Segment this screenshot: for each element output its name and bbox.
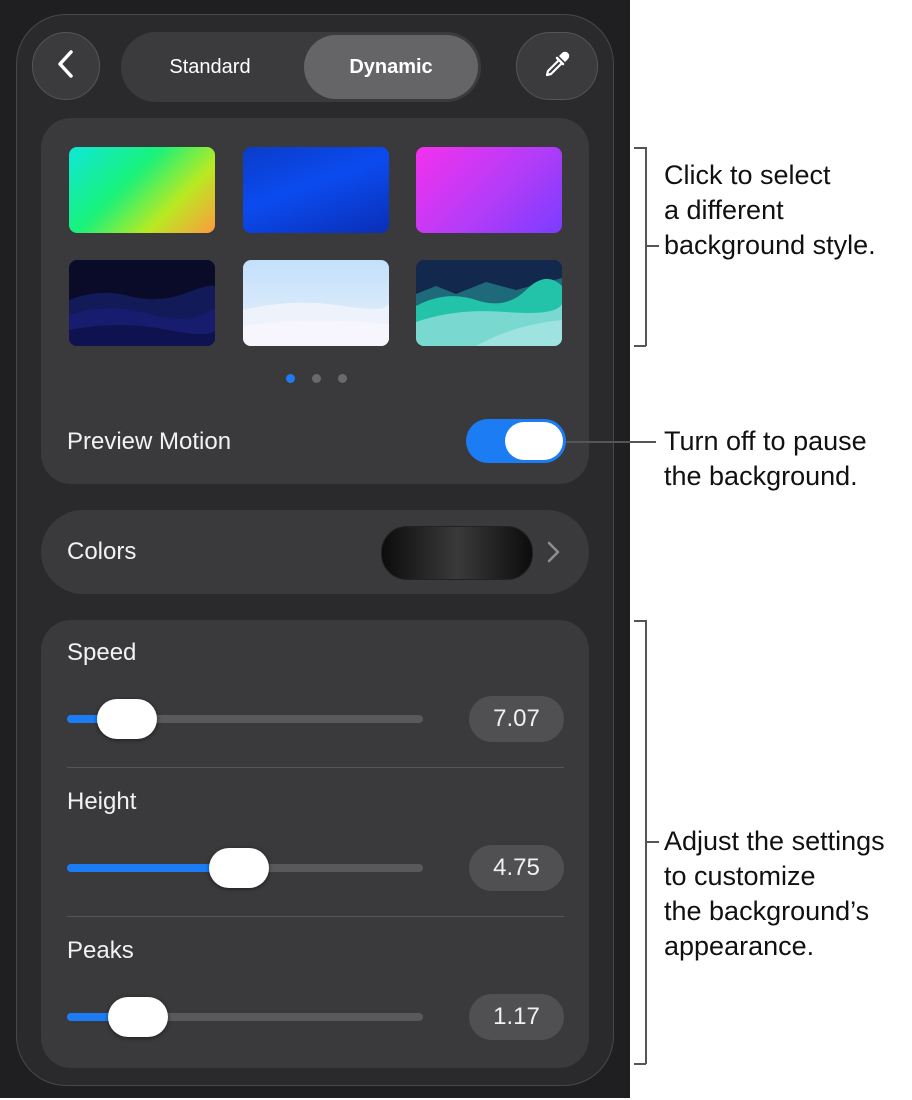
back-button[interactable]: [32, 32, 100, 100]
callout-line: Adjust the settings: [664, 826, 885, 856]
height-slider-thumb[interactable]: [209, 848, 270, 888]
preview-motion-label: Preview Motion: [67, 428, 232, 455]
callout-line: Turn off to pause: [664, 426, 867, 456]
callout-line: appearance.: [664, 931, 815, 961]
height-value[interactable]: 4.75: [469, 845, 564, 891]
peaks-value[interactable]: 1.17: [469, 994, 564, 1040]
chevron-right-icon: [545, 540, 561, 569]
speed-label: Speed: [67, 639, 137, 666]
callout-line: a different: [664, 195, 784, 225]
style-thumbnail-teal-mountains[interactable]: [416, 260, 562, 346]
callout-line: to customize: [664, 861, 816, 891]
motion-callout-line: [566, 441, 656, 443]
speed-slider-thumb[interactable]: [96, 699, 157, 739]
motion-callout-text: Turn off to pause the background.: [664, 424, 867, 494]
colors-label: Colors: [67, 538, 137, 565]
style-thumbnail-blue[interactable]: [243, 147, 389, 233]
style-thumbnail-rainbow[interactable]: [69, 147, 215, 233]
device-screen: Standard Dynamic Preview Motion Colors S…: [0, 0, 630, 1098]
bracket-pointer: [645, 841, 659, 843]
bracket-tick: [634, 1063, 646, 1065]
bracket-tick: [634, 620, 646, 622]
callout-line: the background.: [664, 461, 858, 491]
style-thumbnail-magenta[interactable]: [416, 147, 562, 233]
height-label: Height: [67, 788, 137, 815]
adjust-callout-text: Adjust the settings to customize the bac…: [664, 824, 885, 964]
style-thumbnail-dark-waves[interactable]: [69, 260, 215, 346]
callout-line: the background’s: [664, 896, 870, 926]
callout-line: Click to select: [664, 160, 831, 190]
callout-line: background style.: [664, 230, 876, 260]
eyedropper-icon: [542, 49, 572, 84]
divider: [67, 916, 564, 917]
page-indicator-dot-1[interactable]: [286, 374, 295, 383]
page-indicator-dot-3[interactable]: [338, 374, 347, 383]
eyedropper-button[interactable]: [516, 32, 598, 100]
page-indicator-dot-2[interactable]: [312, 374, 321, 383]
preview-motion-toggle[interactable]: [466, 419, 566, 463]
speed-value[interactable]: 7.07: [469, 696, 564, 742]
toggle-knob: [505, 422, 563, 460]
bracket-pointer: [645, 245, 659, 247]
colors-swatch[interactable]: [381, 526, 533, 580]
style-segmented-control: Standard Dynamic: [121, 32, 481, 102]
style-callout-bracket: [645, 147, 647, 346]
tab-dynamic[interactable]: Dynamic: [304, 35, 478, 99]
chevron-left-icon: [54, 48, 78, 85]
divider: [67, 767, 564, 768]
tab-standard[interactable]: Standard: [125, 35, 295, 99]
peaks-label: Peaks: [67, 937, 134, 964]
style-callout-text: Click to select a different background s…: [664, 158, 876, 263]
style-thumbnail-light-waves[interactable]: [243, 260, 389, 346]
bracket-tick: [634, 147, 646, 149]
peaks-slider-thumb[interactable]: [108, 997, 169, 1037]
bracket-tick: [634, 345, 646, 347]
